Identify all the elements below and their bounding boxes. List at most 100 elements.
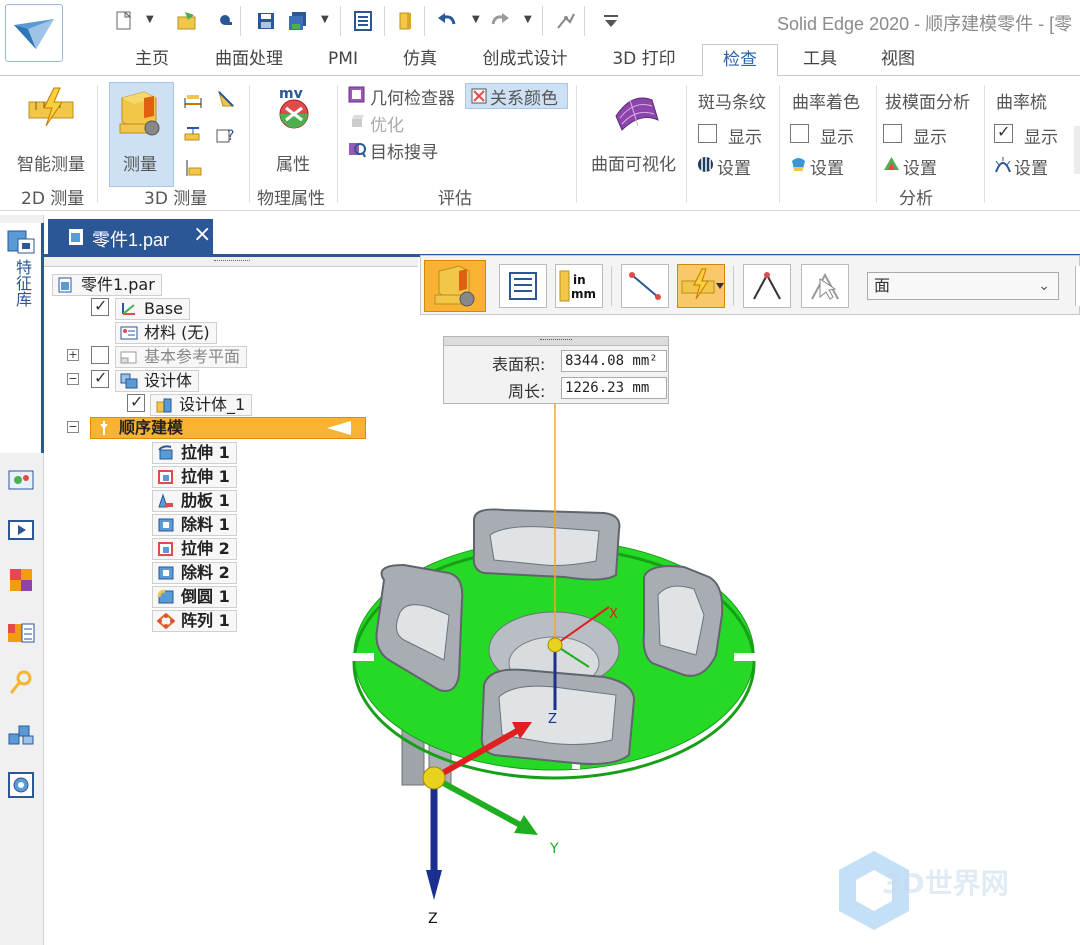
watermark-text: 3D世界网 [882,867,1009,900]
feature-library-panel-tab[interactable] [0,223,44,453]
physical-properties-icon[interactable]: mv [272,84,318,134]
separator [542,6,543,36]
relation-colors-label: 关系颜色 [490,89,558,109]
measure-distance-icon[interactable] [183,90,203,110]
slot [734,653,756,661]
save-all-icon[interactable] [287,10,309,32]
new-dropdown-icon[interactable]: ▼ [146,14,156,25]
separator [611,266,612,306]
open-file-icon[interactable] [176,10,198,32]
app-logo[interactable] [5,4,63,62]
curvature-comb-show-label[interactable]: 显示 [1024,123,1058,148]
inquire-element-icon[interactable]: ? [215,124,237,146]
curvature-shading-show-label[interactable]: 显示 [820,123,854,148]
close-tab-icon[interactable]: × [193,222,211,247]
draft-show-label[interactable]: 显示 [913,123,947,148]
draft-settings-button[interactable]: 设置 [903,154,937,179]
tab-generative-design[interactable]: 创成式设计 [470,44,580,76]
tree-root[interactable]: 零件1.par [52,274,162,296]
zebra-settings-button[interactable]: 设置 [717,154,751,179]
save-icon[interactable] [255,10,277,32]
zebra-show-checkbox[interactable] [698,124,717,143]
assembly-icon[interactable] [6,720,36,750]
undo-icon[interactable] [436,10,458,32]
separator [249,85,250,203]
tab-inspect[interactable]: 检查 [702,44,778,76]
document-tab-label: 零件1.par [92,230,170,250]
measure-options-button[interactable] [499,264,547,308]
tab-view[interactable]: 视图 [866,44,930,76]
select-type-dropdown[interactable]: 面 ⌄ [867,272,1059,300]
measure-min-distance-icon[interactable] [183,124,203,144]
draft-show-checkbox[interactable] [883,124,902,143]
layers-icon[interactable] [6,618,36,648]
target-search-button[interactable]: 目标搜寻 [370,138,438,163]
toolbar-overflow [1075,266,1080,306]
new-file-icon[interactable] [113,10,135,32]
attributes-label[interactable]: 属性 [276,150,310,175]
link-icon[interactable] [6,668,36,698]
lobe-inner-bottom [498,685,617,745]
feature-library-label: 特征库 [13,259,32,307]
feature-library-icon [6,227,36,257]
surface-visualize-icon[interactable] [612,86,662,136]
measure-mode-button[interactable] [424,260,486,312]
zebra-show-label[interactable]: 显示 [728,123,762,148]
pathfinder-icon[interactable] [6,465,36,495]
curvature-shading-settings-button[interactable]: 设置 [810,154,844,179]
units-button[interactable]: in mm [555,264,603,308]
redo-dropdown-icon[interactable]: ▼ [524,14,534,25]
left-tool-strip: 特征库 [0,215,44,945]
redo-icon[interactable] [489,10,511,32]
customize-toolbar-icon[interactable] [600,10,622,32]
triad-small-z-label: Z [548,712,557,727]
smart-measure-mode-button[interactable] [677,264,725,308]
color-map-icon[interactable] [6,565,36,595]
document-tab[interactable]: 零件1.par × [48,219,213,255]
properties-icon[interactable] [352,10,374,32]
tab-simulation[interactable]: 仿真 [388,44,452,76]
save-dropdown-icon[interactable]: ▼ [321,14,331,25]
optimize-icon [350,113,366,129]
undo-dropdown-icon[interactable]: ▼ [472,14,482,25]
command-finder-icon[interactable] [554,10,576,32]
measure-label: 测量 [123,155,157,175]
triad-y-axis [432,775,526,830]
measure-results-panel[interactable]: 表面积: 8344.08 mm² 周长: 1226.23 mm [443,336,669,404]
separator [584,6,585,36]
select-filter-button[interactable] [801,264,849,308]
print-icon[interactable] [214,10,236,32]
measure-normal-icon[interactable] [183,158,203,178]
target-search-icon [348,140,366,158]
panel-grip[interactable] [444,337,668,346]
triad-y-label: Y [549,841,559,857]
curvature-comb-settings-button[interactable]: 设置 [1014,154,1048,179]
geometry-inspector-button[interactable]: 几何检查器 [370,84,455,109]
smart-measure-label[interactable]: 智能测量 [17,150,85,175]
document-icon[interactable] [395,10,417,32]
lobe-inner-top [489,526,600,566]
smart-measure-icon[interactable] [26,86,76,136]
tab-home[interactable]: 主页 [120,44,184,76]
curvature-shading-show-checkbox[interactable] [790,124,809,143]
gear-settings-icon[interactable] [6,770,36,800]
triad-origin [422,766,446,790]
measure-angle-icon[interactable] [215,88,237,110]
3d-viewport[interactable]: X Z Y Z 3D世界网 [44,315,1080,945]
window-title: Solid Edge 2020 - 顺序建模零件 - [零 [777,14,1073,34]
tab-tools[interactable]: 工具 [788,44,852,76]
vertex-select-button[interactable] [743,264,791,308]
tab-surfacing[interactable]: 曲面处理 [200,44,298,76]
panel-splitter[interactable] [44,257,418,267]
base-visibility-checkbox[interactable] [91,296,109,316]
media-icon[interactable] [6,515,36,545]
separator [779,85,780,203]
tab-pmi[interactable]: PMI [318,44,368,76]
optimize-button[interactable]: 优化 [370,111,404,136]
surface-visualize-label[interactable]: 曲面可视化 [591,150,676,175]
tab-3d-print[interactable]: 3D 打印 [598,44,690,76]
curvature-comb-show-checkbox[interactable] [994,122,1013,143]
point-to-point-button[interactable] [621,264,669,308]
geometry-inspector-icon [348,86,366,104]
svg-text:in: in [573,273,586,287]
